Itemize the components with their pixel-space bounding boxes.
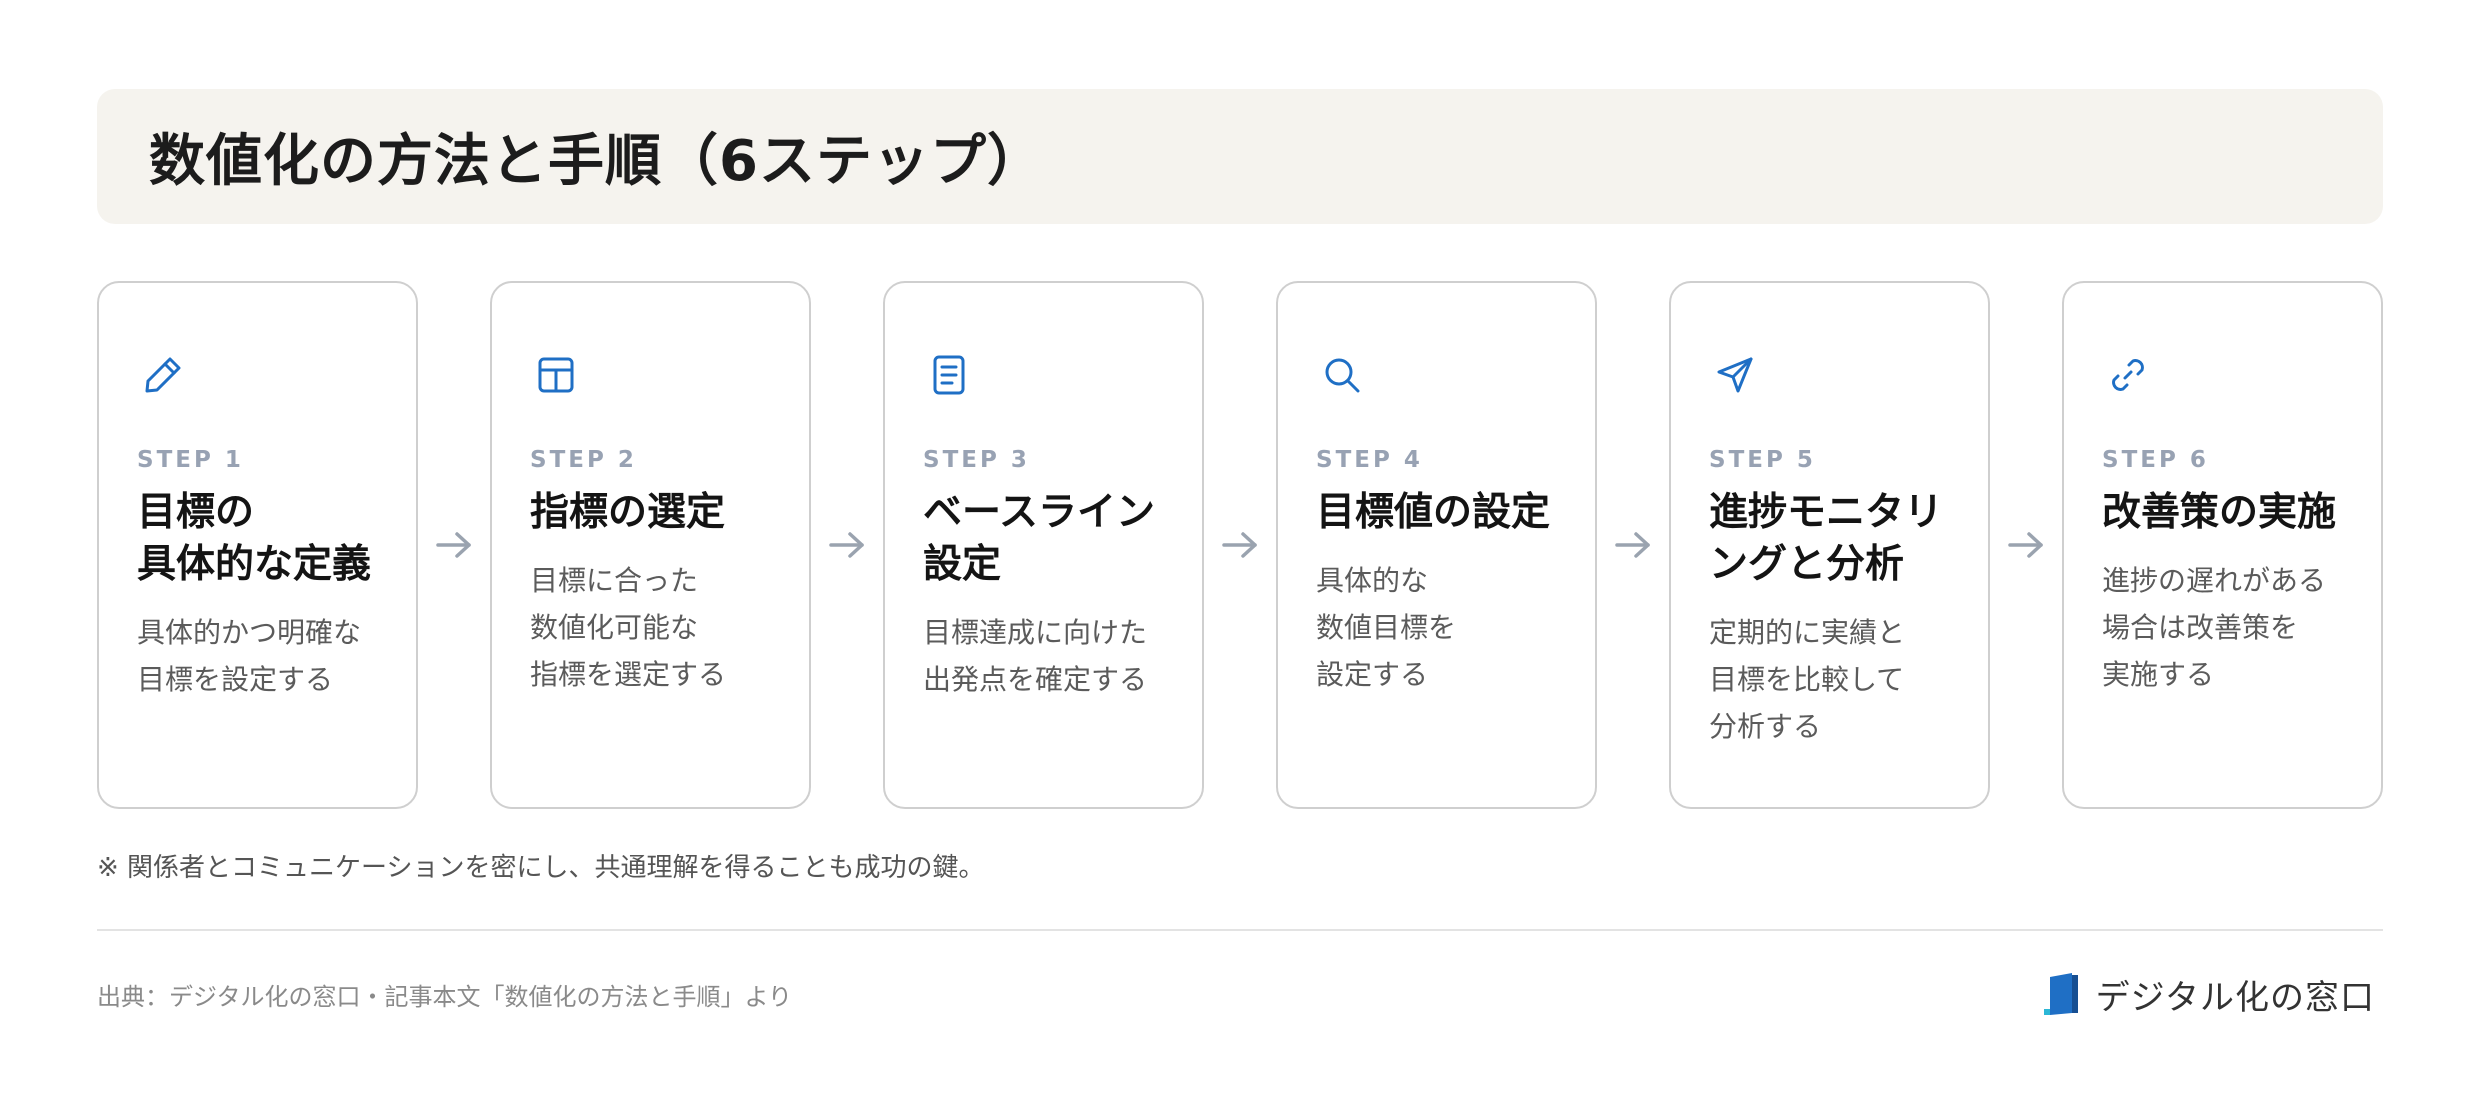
title-banner: 数値化の方法と手順（6ステップ） bbox=[97, 89, 2383, 224]
divider bbox=[97, 929, 2383, 931]
step-description: 具体的かつ明確な 目標を設定する bbox=[137, 616, 362, 696]
arrow-right-icon bbox=[811, 515, 883, 575]
infographic: 数値化の方法と手順（6ステップ） STEP 1 目標の 具体的な定義 具体的かつ… bbox=[97, 89, 2383, 1019]
step-label: STEP 1 bbox=[137, 447, 244, 473]
search-icon bbox=[1325, 358, 1360, 393]
document-icon bbox=[933, 355, 965, 395]
step-card-6: STEP 6 改善策の実施 進捗の遅れがある 場合は改善策を 実施する bbox=[2062, 281, 2383, 809]
page-title: 数値化の方法と手順（6ステップ） bbox=[149, 129, 1044, 194]
step-description: 進捗の遅れがある 場合は改善策を 実施する bbox=[2102, 564, 2327, 691]
arrow-right-icon bbox=[418, 515, 490, 575]
send-icon bbox=[1717, 357, 1753, 393]
source-credit: 出典：デジタル化の窓口・記事本文「数値化の方法と手順」より bbox=[97, 982, 793, 1011]
pencil-icon bbox=[145, 357, 181, 393]
footnote: ※ 関係者とコミュニケーションを密にし、共通理解を得ることも成功の鍵。 bbox=[97, 853, 985, 883]
link-icon bbox=[2112, 359, 2144, 391]
step-description: 目標達成に向けた 出発点を確定する bbox=[923, 616, 1148, 696]
step-description: 定期的に実績と 目標を比較して 分析する bbox=[1709, 616, 1906, 743]
step-description: 具体的な 数値目標を 設定する bbox=[1316, 564, 1457, 691]
table-icon bbox=[538, 357, 574, 393]
step-card-1: STEP 1 目標の 具体的な定義 具体的かつ明確な 目標を設定する bbox=[97, 281, 418, 809]
step-title: 目標値の設定 bbox=[1316, 490, 1551, 535]
step-label: STEP 5 bbox=[1709, 447, 1816, 473]
arrow-right-icon bbox=[1597, 515, 1669, 575]
step-title: 目標の 具体的な定義 bbox=[137, 490, 372, 587]
step-label: STEP 6 bbox=[2102, 447, 2209, 473]
footer: 出典：デジタル化の窓口・記事本文「数値化の方法と手順」より デジタル化の窓口 bbox=[97, 969, 2383, 1019]
brand-name: デジタル化の窓口 bbox=[2095, 977, 2375, 1018]
step-card-5: STEP 5 進捗モニタリ ングと分析 定期的に実績と 目標を比較して 分析する bbox=[1669, 281, 1990, 809]
step-title: 進捗モニタリ ングと分析 bbox=[1709, 490, 1944, 587]
step-title: 指標の選定 bbox=[530, 490, 726, 535]
step-label: STEP 2 bbox=[530, 447, 637, 473]
step-description: 目標に合った 数値化可能な 指標を選定する bbox=[530, 564, 727, 691]
step-label: STEP 3 bbox=[923, 447, 1030, 473]
brand: デジタル化の窓口 bbox=[2042, 970, 2375, 1019]
arrow-right-icon bbox=[1204, 515, 1276, 575]
arrow-right-icon bbox=[1990, 515, 2062, 575]
step-card-2: STEP 2 指標の選定 目標に合った 数値化可能な 指標を選定する bbox=[490, 281, 811, 809]
step-card-4: STEP 4 目標値の設定 具体的な 数値目標を 設定する bbox=[1276, 281, 1597, 809]
step-title: 改善策の実施 bbox=[2102, 490, 2337, 535]
step-card-3: STEP 3 ベースライン 設定 目標達成に向けた 出発点を確定する bbox=[883, 281, 1204, 809]
brand-logo-icon bbox=[2043, 973, 2078, 1015]
step-title: ベースライン 設定 bbox=[923, 490, 1156, 587]
steps-row: STEP 1 目標の 具体的な定義 具体的かつ明確な 目標を設定する STEP … bbox=[97, 281, 2383, 809]
step-label: STEP 4 bbox=[1316, 447, 1423, 473]
